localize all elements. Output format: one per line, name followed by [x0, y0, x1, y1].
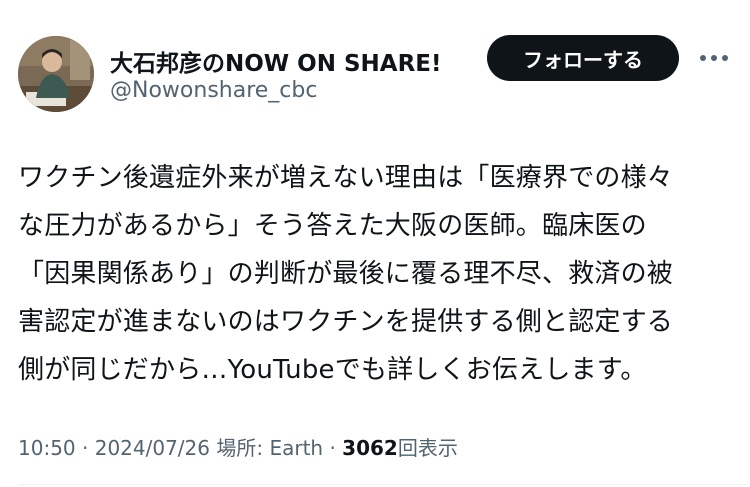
- tweet-text-line: な圧力があるから」そう答えた大阪の医師。臨床医の: [18, 211, 647, 241]
- more-options-button[interactable]: [694, 42, 734, 74]
- follow-button[interactable]: フォローする: [487, 35, 679, 81]
- tweet-text-line: 「因果関係あり」の判断が最後に覆る理不尽、救済の被: [18, 259, 674, 289]
- tweet-meta: 10:50 · 2024/07/26 場所: Earth · 3062回表示: [18, 432, 458, 461]
- tweet-text-line: ワクチン後遺症外来が増えない理由は「医療界での様々: [18, 163, 674, 193]
- avatar-photo: [18, 36, 94, 112]
- tweet-text-line: 害認定が進まないのはワクチンを提供する側と認定する: [18, 307, 674, 337]
- tweet-date[interactable]: 2024/07/26: [95, 436, 210, 460]
- meta-separator: ·: [329, 436, 336, 460]
- views-label: 回表示: [397, 436, 458, 460]
- divider: [18, 484, 750, 485]
- tweet-time[interactable]: 10:50: [18, 436, 76, 460]
- tweet-text-line: 側が同じだから…YouTubeでも詳しくお伝えします。: [18, 355, 647, 385]
- avatar[interactable]: [18, 36, 94, 112]
- more-horizontal-icon: [700, 55, 728, 61]
- tweet-card: 大石邦彦のNOW ON SHARE! @Nowonshare_cbc フォローす…: [0, 0, 750, 487]
- author-display-name[interactable]: 大石邦彦のNOW ON SHARE!: [110, 44, 442, 78]
- author-handle[interactable]: @Nowonshare_cbc: [110, 78, 317, 103]
- meta-separator: ·: [82, 436, 89, 460]
- views-count: 3062: [342, 436, 398, 460]
- tweet-text: ワクチン後遺症外来が増えない理由は「医療界での様々 な圧力があるから」そう答えた…: [18, 154, 730, 394]
- tweet-location: 場所: Earth: [216, 436, 324, 460]
